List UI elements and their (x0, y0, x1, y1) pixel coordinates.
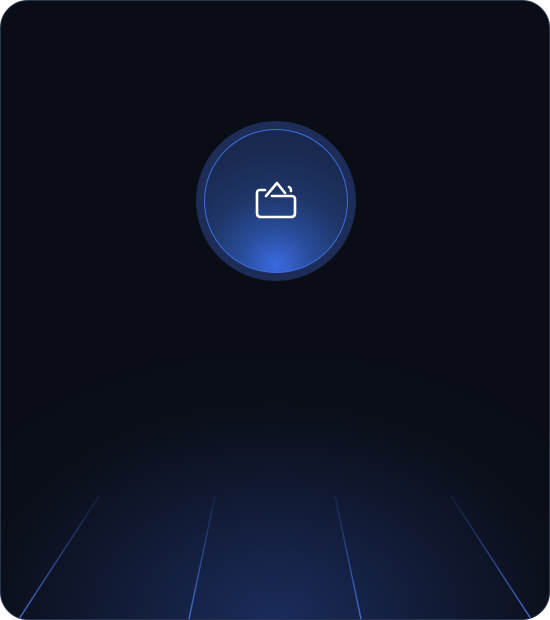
grid-line-v2 (188, 495, 216, 619)
grid-line-v1 (18, 495, 100, 619)
icon-orb (204, 129, 348, 273)
grid-line-v4 (450, 495, 532, 619)
grid-line-v3 (334, 495, 362, 619)
folder-open-icon (255, 181, 297, 219)
feature-card (0, 0, 550, 620)
perspective-grid-floor (1, 495, 549, 619)
